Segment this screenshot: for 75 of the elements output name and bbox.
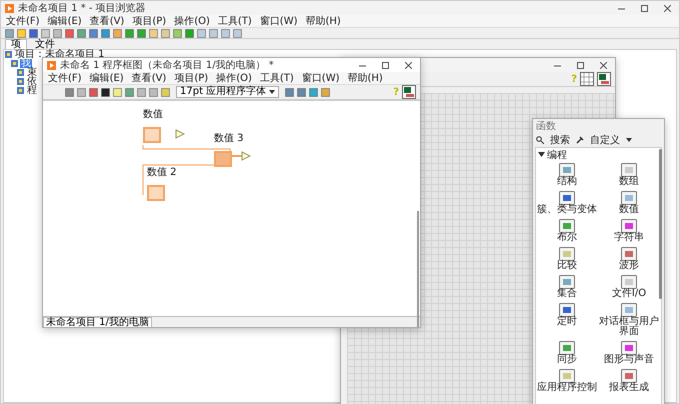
function-category-label: 结构 xyxy=(557,177,577,187)
function-category-icon[interactable] xyxy=(621,161,637,177)
menu-item[interactable]: 操作(O) xyxy=(214,71,254,85)
node-label: 数值 2 xyxy=(147,166,177,179)
menu-item[interactable]: 帮助(H) xyxy=(346,71,385,85)
close-icon[interactable] xyxy=(405,62,412,68)
tab[interactable]: 项 xyxy=(5,39,27,49)
app-logo-icon xyxy=(47,60,56,70)
caret-icon xyxy=(269,90,276,94)
menu-item[interactable]: 查看(V) xyxy=(88,14,126,28)
menu-item[interactable]: 窗口(W) xyxy=(300,71,342,85)
function-category-icon[interactable] xyxy=(559,367,575,383)
maximize-icon[interactable] xyxy=(641,4,648,12)
menu-item[interactable]: 工具(T) xyxy=(216,14,254,28)
triangle-icon xyxy=(241,151,251,161)
maximize-icon[interactable] xyxy=(382,62,389,68)
tree-node-icon xyxy=(17,87,24,94)
category-label: 编程 xyxy=(547,148,567,162)
customize-button[interactable]: 自定义 xyxy=(590,133,620,147)
function-category-label: 图形与声音 xyxy=(604,355,654,365)
palette-title: 函数 xyxy=(536,120,556,133)
tree-node-icon xyxy=(11,60,18,67)
function-category-icon[interactable] xyxy=(559,339,575,355)
function-category-label: 字符串 xyxy=(614,233,644,243)
menu-item[interactable]: 窗口(W) xyxy=(258,14,300,28)
search-icon xyxy=(536,136,544,144)
function-category-label: 数值 xyxy=(619,205,639,215)
function-category-label: 簇、类与变体 xyxy=(537,205,597,215)
menu-item[interactable]: 项目(P) xyxy=(172,71,210,85)
function-category-label: 数组 xyxy=(619,177,639,187)
font-dropdown[interactable]: 17pt 应用程序字体 xyxy=(176,86,280,98)
triangle-icon xyxy=(175,129,185,139)
function-category-label: 文件I/O xyxy=(612,289,646,299)
function-category-icon[interactable] xyxy=(621,189,637,205)
function-category-label: 波形 xyxy=(619,261,639,271)
node-label: 数值 xyxy=(143,108,163,121)
search-button[interactable]: 搜索 xyxy=(550,133,570,147)
function-category-label: 报表生成 xyxy=(609,383,649,393)
tree-node-icon xyxy=(5,51,12,58)
tree-item[interactable]: 程 xyxy=(26,86,38,95)
close-icon[interactable] xyxy=(664,4,671,12)
window-title: 未命名项目 1 * - 项目浏览器 xyxy=(18,2,147,15)
maximize-icon[interactable] xyxy=(577,62,584,68)
menu-item[interactable]: 查看(V) xyxy=(130,71,168,85)
function-category-label: 对话框与用户界面 xyxy=(598,317,660,337)
tree-item[interactable]: 束 xyxy=(26,68,38,77)
status-text: 未命名项目 1/我的电脑 xyxy=(43,316,152,327)
menu-item[interactable]: 工具(T) xyxy=(258,71,296,85)
function-category-label: 定时 xyxy=(557,317,577,327)
tab[interactable]: 文件 xyxy=(29,39,61,49)
function-category-icon[interactable] xyxy=(559,189,575,205)
function-category-label: 应用程序控制 xyxy=(537,383,597,393)
app-logo-icon xyxy=(5,4,14,12)
tree-node-icon xyxy=(17,69,24,76)
expand-arrow-icon[interactable] xyxy=(538,152,545,158)
menu-item[interactable]: 文件(F) xyxy=(4,14,42,28)
wrench-icon xyxy=(576,136,584,144)
menu-item[interactable]: 项目(P) xyxy=(130,14,168,28)
menu-item[interactable]: 编辑(E) xyxy=(88,71,126,85)
window-title: 未命名 1 程序框图（未命名项目 1/我的电脑） * xyxy=(60,58,275,72)
function-category-label: 布尔 xyxy=(557,233,577,243)
menu-item[interactable]: 文件(F) xyxy=(46,71,84,85)
caret-icon xyxy=(626,138,632,142)
menu-item[interactable]: 编辑(E) xyxy=(46,14,84,28)
function-category-label: 同步 xyxy=(557,355,577,365)
menu-item[interactable]: 操作(O) xyxy=(172,14,212,28)
menu-item[interactable]: 帮助(H) xyxy=(304,14,343,28)
tree-item[interactable]: 依 xyxy=(26,77,38,86)
function-category-label: 集合 xyxy=(557,289,577,299)
node-label: 数值 3 xyxy=(214,132,244,145)
function-category-label: 比较 xyxy=(557,261,577,271)
function-category-icon[interactable] xyxy=(621,301,637,317)
function-category-icon[interactable] xyxy=(559,301,575,317)
tree-node-icon xyxy=(17,78,24,85)
close-icon[interactable] xyxy=(600,62,607,68)
